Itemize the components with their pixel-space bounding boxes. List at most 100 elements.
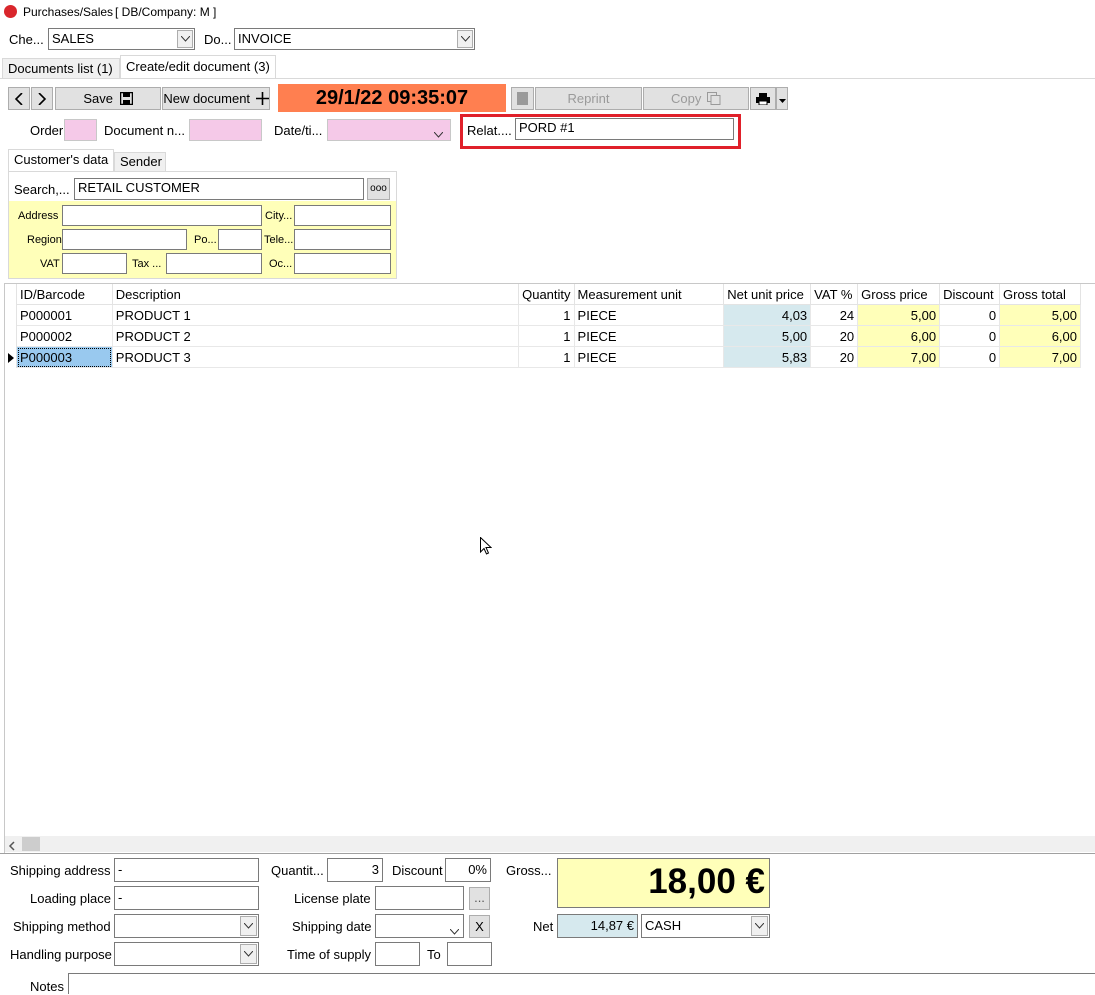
col-header-quantity[interactable]: Quantity: [518, 284, 575, 305]
time-of-supply-from[interactable]: [375, 942, 420, 966]
tab-create-edit[interactable]: Create/edit document (3): [120, 55, 276, 79]
telephone-field[interactable]: [294, 229, 391, 250]
col-header-discount[interactable]: Discount: [939, 284, 1001, 305]
notes-label: Notes: [30, 979, 64, 994]
copy-button[interactable]: Copy: [643, 87, 749, 110]
customer-search-input[interactable]: RETAIL CUSTOMER: [74, 178, 364, 200]
chevron-down-icon[interactable]: [177, 30, 193, 48]
horizontal-scrollbar[interactable]: [5, 836, 1095, 852]
cell-description[interactable]: PRODUCT 1: [112, 304, 520, 326]
cell-description[interactable]: PRODUCT 3: [112, 346, 520, 368]
tab-customer-data[interactable]: Customer's data: [8, 149, 114, 172]
cell-unit[interactable]: PIECE: [574, 304, 725, 326]
cell-net-price[interactable]: 5,00: [723, 325, 812, 347]
region-field[interactable]: [62, 229, 187, 250]
chevron-down-icon[interactable]: [457, 30, 473, 48]
cell-id-selected[interactable]: P000003: [17, 346, 113, 368]
gross-total-display: 18,00 €: [557, 858, 770, 908]
cell-vat[interactable]: 20: [810, 325, 859, 347]
col-header-net-price[interactable]: Net unit price: [723, 284, 812, 305]
order-label: Order: [30, 123, 64, 138]
col-header-gross-total[interactable]: Gross total: [999, 284, 1081, 305]
col-header-unit[interactable]: Measurement unit: [574, 284, 725, 305]
che-select[interactable]: SALES: [48, 28, 195, 50]
cell-gross-price[interactable]: 7,00: [857, 346, 941, 368]
cell-gross-total[interactable]: 5,00: [999, 304, 1081, 326]
copy-icon: [706, 92, 721, 105]
cell-discount[interactable]: 0: [939, 346, 1001, 368]
vat-field[interactable]: [62, 253, 127, 274]
cell-unit[interactable]: PIECE: [574, 346, 725, 368]
loading-place-field[interactable]: -: [114, 886, 259, 910]
items-table[interactable]: ID/Barcode Description Quantity Measurem…: [17, 284, 1081, 368]
cell-gross-price[interactable]: 5,00: [857, 304, 941, 326]
do-select[interactable]: INVOICE: [234, 28, 475, 50]
address-label: Address: [18, 210, 59, 222]
tax-office-field[interactable]: [166, 253, 262, 274]
chevron-down-icon[interactable]: [240, 916, 257, 936]
docnum-label: Document n...: [104, 123, 185, 138]
time-of-supply-to[interactable]: [447, 942, 492, 966]
cell-unit[interactable]: PIECE: [574, 325, 725, 347]
prev-button[interactable]: [8, 87, 30, 110]
clear-shipping-date-button[interactable]: X: [469, 915, 490, 938]
customer-search-button[interactable]: ooo: [367, 178, 390, 200]
print-button[interactable]: [750, 87, 776, 110]
table-row[interactable]: P000002 PRODUCT 2 1 PIECE 5,00 20 6,00 0…: [17, 325, 1081, 347]
tax-office-label: Tax ...: [132, 258, 162, 270]
col-header-vat[interactable]: VAT %: [810, 284, 859, 305]
chevron-down-icon[interactable]: [240, 944, 257, 964]
cell-gross-price[interactable]: 6,00: [857, 325, 941, 347]
cell-vat[interactable]: 20: [810, 346, 859, 368]
col-header-gross-price[interactable]: Gross price: [857, 284, 941, 305]
chevron-down-icon[interactable]: [449, 923, 460, 938]
col-header-description[interactable]: Description: [112, 284, 520, 305]
cell-discount[interactable]: 0: [939, 304, 1001, 326]
city-field[interactable]: [294, 205, 391, 226]
cell-gross-total[interactable]: 7,00: [999, 346, 1081, 368]
chevron-down-icon[interactable]: [751, 916, 768, 936]
cell-id[interactable]: P000002: [17, 325, 113, 347]
cell-quantity[interactable]: 1: [518, 325, 575, 347]
next-button[interactable]: [31, 87, 53, 110]
shipping-method-select[interactable]: [114, 914, 259, 938]
cell-quantity[interactable]: 1: [518, 346, 575, 368]
cell-net-price[interactable]: 4,03: [723, 304, 812, 326]
shipping-address-field[interactable]: -: [114, 858, 259, 882]
cell-description[interactable]: PRODUCT 2: [112, 325, 520, 347]
tab-sender[interactable]: Sender: [114, 152, 166, 172]
docnum-field[interactable]: [189, 119, 262, 141]
scrollbar-thumb[interactable]: [22, 837, 40, 851]
cell-vat[interactable]: 24: [810, 304, 859, 326]
scroll-left-icon[interactable]: [8, 839, 16, 854]
related-field[interactable]: PORD #1: [515, 118, 734, 140]
new-document-button[interactable]: New document: [162, 87, 270, 110]
order-field[interactable]: [64, 119, 97, 141]
discount-field[interactable]: 0%: [445, 858, 491, 882]
license-plate-field[interactable]: [375, 886, 464, 910]
handling-purpose-label: Handling purpose: [10, 947, 112, 962]
postcode-field[interactable]: [218, 229, 262, 250]
license-plate-button[interactable]: ...: [469, 887, 490, 910]
print-dropdown-button[interactable]: [776, 87, 788, 110]
handling-purpose-select[interactable]: [114, 942, 259, 966]
postcode-label: Po...: [194, 234, 217, 246]
cell-quantity[interactable]: 1: [518, 304, 575, 326]
occupation-field[interactable]: [294, 253, 391, 274]
notes-field[interactable]: [68, 973, 1095, 994]
to-label: To: [427, 947, 441, 962]
datetime-field[interactable]: [327, 119, 451, 141]
col-header-id[interactable]: ID/Barcode: [17, 284, 113, 305]
table-row[interactable]: P000003 PRODUCT 3 1 PIECE 5,83 20 7,00 0…: [17, 346, 1081, 368]
save-button[interactable]: Save: [55, 87, 161, 110]
table-row[interactable]: P000001 PRODUCT 1 1 PIECE 4,03 24 5,00 0…: [17, 304, 1081, 326]
doc-icon-button[interactable]: [511, 87, 534, 110]
tab-documents-list[interactable]: Documents list (1): [2, 58, 120, 79]
address-field[interactable]: [62, 205, 262, 226]
cell-discount[interactable]: 0: [939, 325, 1001, 347]
chevron-down-icon[interactable]: [433, 126, 444, 141]
reprint-button[interactable]: Reprint: [535, 87, 642, 110]
cell-net-price[interactable]: 5,83: [723, 346, 812, 368]
cell-id[interactable]: P000001: [17, 304, 113, 326]
cell-gross-total[interactable]: 6,00: [999, 325, 1081, 347]
